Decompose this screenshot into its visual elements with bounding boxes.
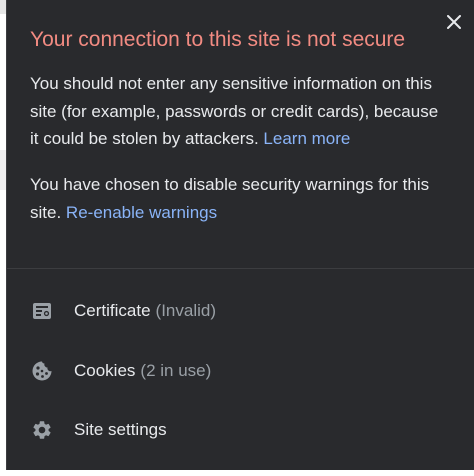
site-settings-label: Site settings — [74, 420, 167, 439]
gear-icon — [31, 419, 53, 441]
disabled-warnings-paragraph: You have chosen to disable security warn… — [30, 171, 450, 226]
close-button[interactable] — [442, 10, 466, 34]
close-icon — [447, 15, 461, 29]
warning-text: You should not enter any sensitive infor… — [30, 74, 439, 148]
cookies-count: (2 in use) — [140, 361, 212, 380]
site-info-popup: Your connection to this site is not secu… — [6, 0, 474, 470]
site-settings-item[interactable]: Site settings — [7, 405, 474, 455]
certificate-status: (Invalid) — [155, 301, 216, 320]
learn-more-link[interactable]: Learn more — [263, 129, 350, 148]
reenable-warnings-link[interactable]: Re-enable warnings — [66, 203, 217, 222]
divider — [7, 268, 474, 269]
cookies-label: Cookies (2 in use) — [74, 361, 212, 380]
certificate-label: Certificate (Invalid) — [74, 301, 216, 320]
certificate-item[interactable]: Certificate (Invalid) — [7, 286, 474, 336]
certificate-icon — [31, 300, 53, 322]
cookies-item[interactable]: Cookies (2 in use) — [7, 346, 474, 396]
warning-paragraph: You should not enter any sensitive infor… — [30, 70, 450, 153]
cookie-icon — [31, 360, 53, 382]
popup-title: Your connection to this site is not secu… — [30, 28, 406, 51]
